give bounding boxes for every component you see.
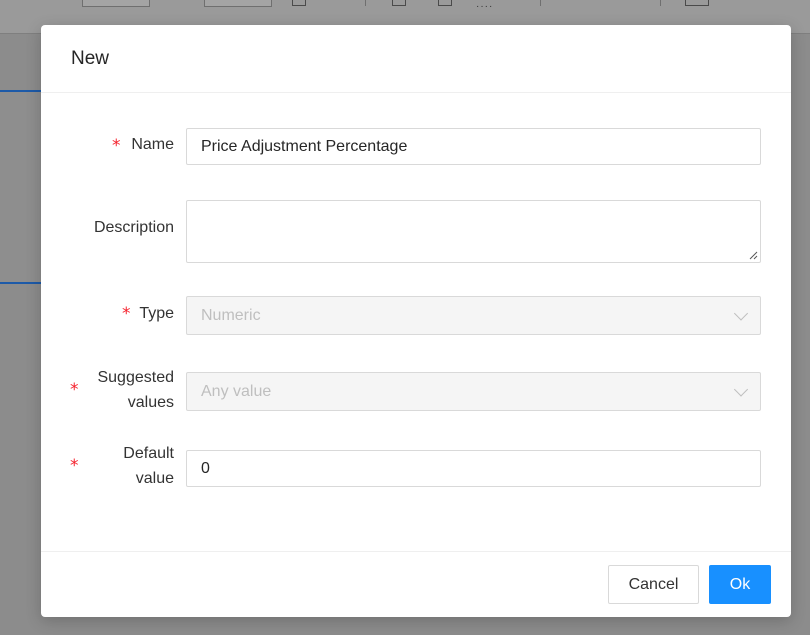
description-label: Description xyxy=(93,219,174,236)
default-value-input[interactable]: 0 xyxy=(186,450,761,487)
background-more-icon: ···· xyxy=(476,1,494,12)
background-separator xyxy=(365,0,366,6)
type-row: * Type Numeric xyxy=(41,296,791,335)
dialog-title: New xyxy=(71,47,110,69)
background-icon-4 xyxy=(685,0,709,6)
chevron-down-icon xyxy=(733,381,749,397)
background-separator xyxy=(540,0,541,6)
suggested-values-label-line1: Suggested xyxy=(97,369,174,386)
type-label: Type xyxy=(139,305,174,322)
name-input[interactable]: Price Adjustment Percentage xyxy=(186,128,761,165)
name-label: Name xyxy=(131,136,174,153)
suggested-values-label-line2: values xyxy=(127,394,174,411)
suggested-values-select-value: Any value xyxy=(201,382,272,400)
description-row: Description xyxy=(41,200,791,263)
type-select[interactable]: Numeric xyxy=(186,296,761,335)
description-textarea[interactable] xyxy=(186,200,761,263)
type-select-value: Numeric xyxy=(201,306,261,324)
cancel-button[interactable]: Cancel xyxy=(608,565,699,604)
name-input-value: Price Adjustment Percentage xyxy=(201,137,408,155)
required-marker: * xyxy=(122,304,131,324)
dialog-header: New xyxy=(41,25,791,93)
default-value-row: * Default value 0 xyxy=(41,441,791,491)
required-marker: * xyxy=(70,380,79,400)
default-value-label-line1: Default xyxy=(123,445,174,462)
suggested-values-row: * Suggested values Any value xyxy=(41,365,791,415)
background-icon-2 xyxy=(392,0,406,6)
background-panel xyxy=(0,90,42,284)
required-marker: * xyxy=(112,136,121,156)
name-row: * Name Price Adjustment Percentage xyxy=(41,128,791,165)
background-icon-1 xyxy=(292,0,306,6)
required-marker: * xyxy=(70,456,79,476)
ok-button[interactable]: Ok xyxy=(709,565,771,604)
resize-handle-icon[interactable] xyxy=(748,250,758,260)
default-value-input-value: 0 xyxy=(201,459,210,477)
background-input-2 xyxy=(204,0,272,7)
background-separator xyxy=(660,0,661,6)
background-input-1 xyxy=(82,0,150,7)
chevron-down-icon xyxy=(733,305,749,321)
background-icon-3 xyxy=(438,0,452,6)
new-dialog: New * Name Price Adjustment Percentage D… xyxy=(41,25,791,617)
suggested-values-select[interactable]: Any value xyxy=(186,372,761,411)
dialog-footer: Cancel Ok xyxy=(41,551,791,617)
default-value-label-line2: value xyxy=(135,470,174,487)
